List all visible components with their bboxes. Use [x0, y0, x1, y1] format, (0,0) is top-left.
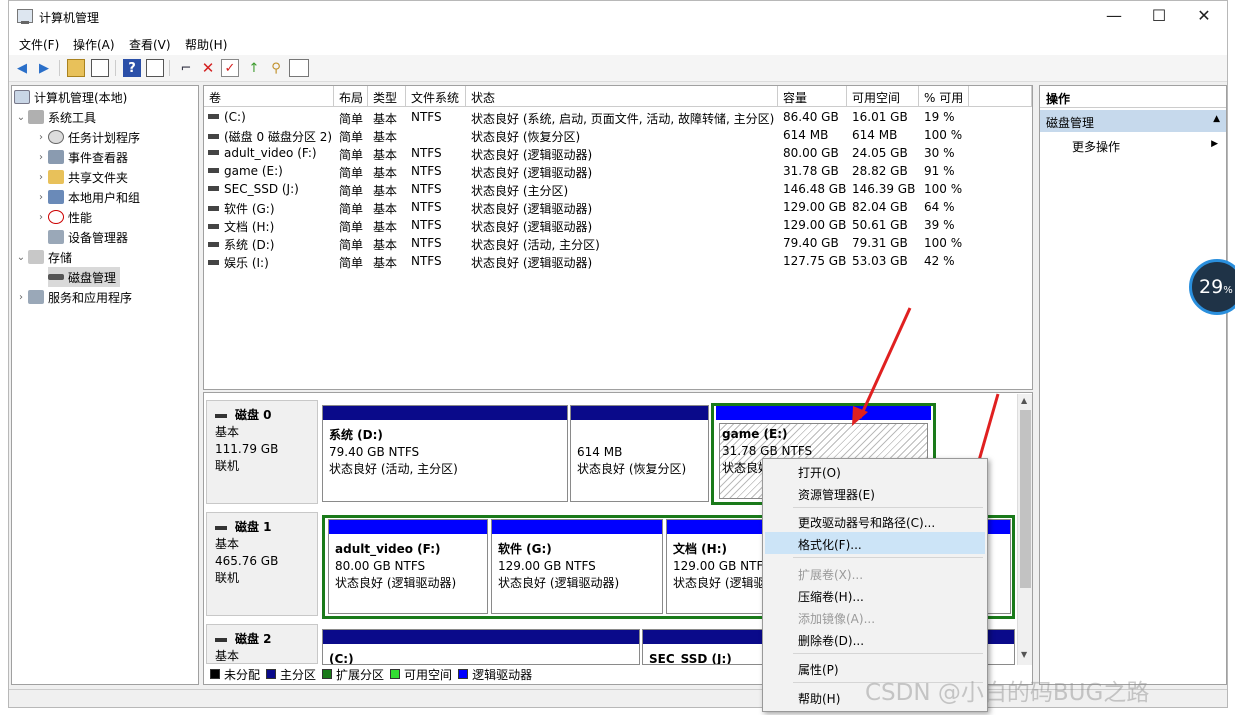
ctx-change-drive-letter[interactable]: 更改驱动器号和路径(C)...: [765, 510, 985, 532]
ctx-format[interactable]: 格式化(F)...: [765, 532, 985, 554]
ctx-explore[interactable]: 资源管理器(E): [765, 482, 985, 504]
ctx-shrink-volume[interactable]: 压缩卷(H)...: [765, 584, 985, 606]
ctx-delete-volume[interactable]: 删除卷(D)...: [765, 628, 985, 650]
menu-separator: [793, 653, 983, 654]
menu-separator: [793, 557, 983, 558]
annotation-arrows: [852, 307, 1000, 536]
watermark: CSDN @小白的码BUG之路: [865, 680, 1150, 706]
menu-separator: [793, 507, 983, 508]
ctx-open[interactable]: 打开(O): [765, 460, 985, 482]
ctx-extend-volume: 扩展卷(X)...: [798, 568, 864, 582]
annotation-arrow-1: [858, 307, 912, 419]
ctx-add-mirror: 添加镜像(A)...: [798, 612, 876, 626]
